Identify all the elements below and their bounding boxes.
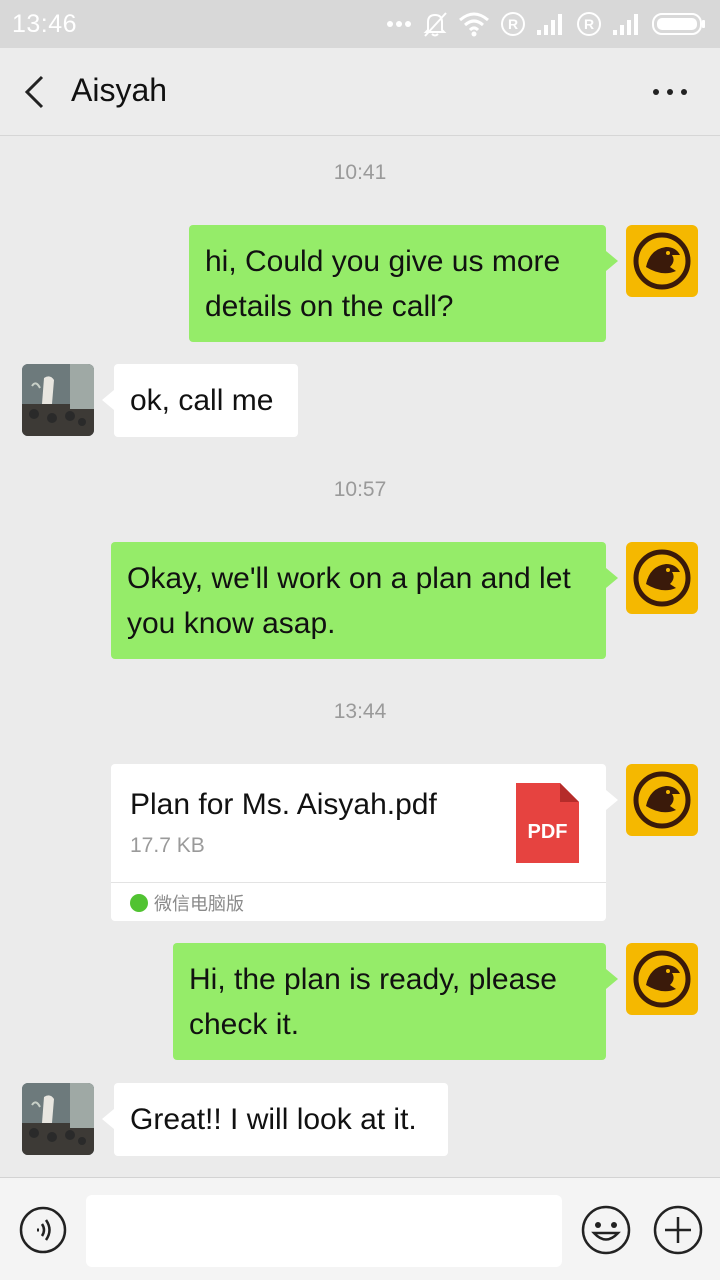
pdf-file-icon: PDF <box>516 783 579 863</box>
back-button[interactable] <box>18 74 54 110</box>
input-bar <box>0 1177 720 1280</box>
eagle-logo-icon <box>633 950 691 1008</box>
timestamp: 13:44 <box>333 700 387 723</box>
mute-icon <box>423 12 447 37</box>
chevron-left-icon <box>24 75 44 109</box>
svg-text:R: R <box>508 16 518 32</box>
wifi-icon <box>459 12 489 37</box>
more-dots-icon <box>653 89 687 95</box>
eagle-logo-icon <box>633 232 691 290</box>
eagle-logo-icon <box>633 549 691 607</box>
more-actions-button[interactable] <box>652 1204 704 1256</box>
message-input[interactable] <box>86 1195 562 1267</box>
tea-set-photo-icon <box>22 1083 94 1155</box>
file-name: Plan for Ms. Aisyah.pdf <box>130 788 437 821</box>
signal-icon <box>613 14 638 35</box>
chat-header: Aisyah <box>0 48 720 136</box>
chat-area[interactable]: 10:41 hi, Could you give us more details… <box>0 137 720 1177</box>
received-message-bubble[interactable]: Great!! I will look at it. <box>102 1083 448 1156</box>
svg-text:R: R <box>584 16 594 32</box>
timestamp: 10:41 <box>333 161 387 184</box>
pdf-badge-text: PDF <box>527 821 568 843</box>
avatar[interactable] <box>626 764 698 836</box>
chat-title: Aisyah <box>71 72 168 108</box>
file-source-label: 微信电脑版 <box>154 894 244 914</box>
status-icons: R R <box>386 10 706 38</box>
status-bar: 13:46 R R <box>0 0 720 48</box>
emoji-button[interactable] <box>580 1204 632 1256</box>
avatar[interactable] <box>22 364 94 436</box>
received-message-bubble[interactable]: ok, call me <box>102 364 298 437</box>
avatar[interactable] <box>626 542 698 614</box>
status-time: 13:46 <box>12 9 78 38</box>
emoji-icon <box>581 1205 631 1255</box>
file-source: 微信电脑版 <box>130 890 244 916</box>
voice-button[interactable] <box>18 1205 68 1255</box>
sent-message-bubble[interactable]: Okay, we'll work on a plan and let you k… <box>111 542 618 659</box>
avatar[interactable] <box>626 225 698 297</box>
more-dots-icon <box>387 21 411 27</box>
plus-icon <box>653 1205 703 1255</box>
voice-icon <box>19 1206 67 1254</box>
roaming-r-icon: R <box>577 12 601 36</box>
timestamp: 10:57 <box>333 478 387 501</box>
wechat-icon <box>130 894 148 912</box>
sent-message-bubble[interactable]: hi, Could you give us more details on th… <box>189 225 618 342</box>
avatar[interactable] <box>626 943 698 1015</box>
sent-message-bubble[interactable]: Hi, the plan is ready, please check it. <box>173 943 618 1060</box>
divider <box>111 882 606 883</box>
more-options-button[interactable] <box>650 78 690 106</box>
tea-set-photo-icon <box>22 364 94 436</box>
file-size: 17.7 KB <box>130 834 205 857</box>
roaming-r-icon: R <box>501 12 525 36</box>
eagle-logo-icon <box>633 771 691 829</box>
avatar[interactable] <box>22 1083 94 1155</box>
file-message-card[interactable]: Plan for Ms. Aisyah.pdf 17.7 KB PDF 微信电脑… <box>111 764 618 921</box>
battery-icon <box>652 13 705 35</box>
signal-icon <box>537 14 562 35</box>
